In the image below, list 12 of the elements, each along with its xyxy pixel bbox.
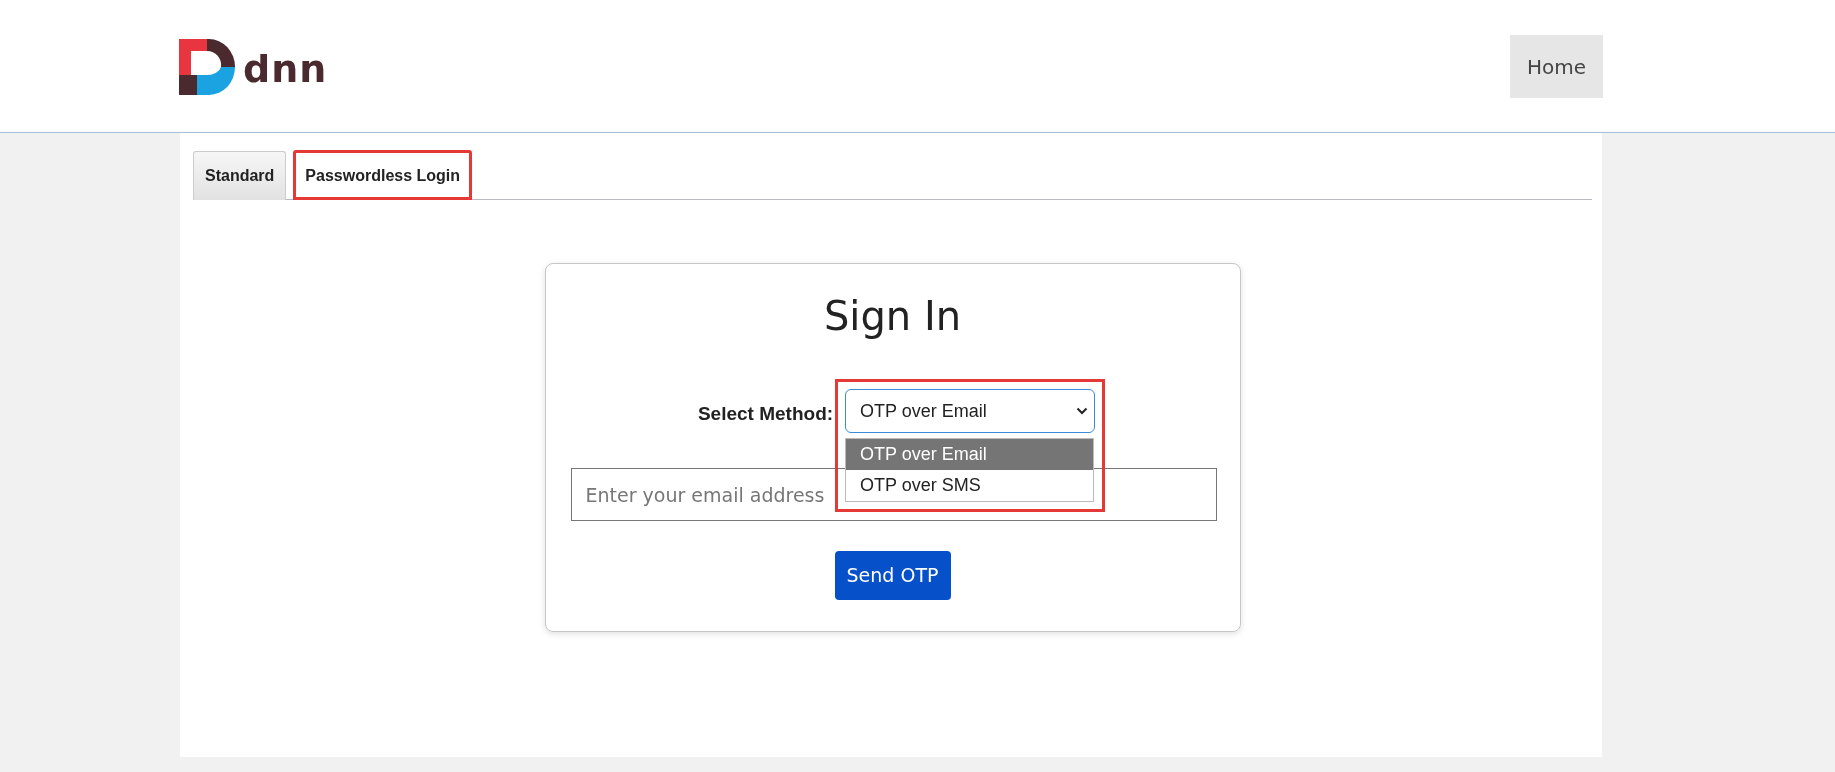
- dropdown-option[interactable]: OTP over SMS: [846, 470, 1094, 501]
- form-title: Sign In: [822, 292, 963, 340]
- nav-link[interactable]: Home: [1510, 35, 1603, 98]
- method-select[interactable]: OTP over Email: [845, 389, 1096, 433]
- tab[interactable]: Passwordless Login: [293, 150, 473, 200]
- logo-text: dnn: [243, 49, 328, 88]
- tab[interactable]: Standard: [193, 151, 287, 200]
- send-otp-button[interactable]: Send OTP: [834, 551, 951, 600]
- logo-icon: [179, 38, 235, 95]
- dropdown-option[interactable]: OTP over Email: [846, 439, 1094, 470]
- chevron-down-icon: [1076, 407, 1089, 415]
- method-label: Select Method:: [697, 402, 834, 426]
